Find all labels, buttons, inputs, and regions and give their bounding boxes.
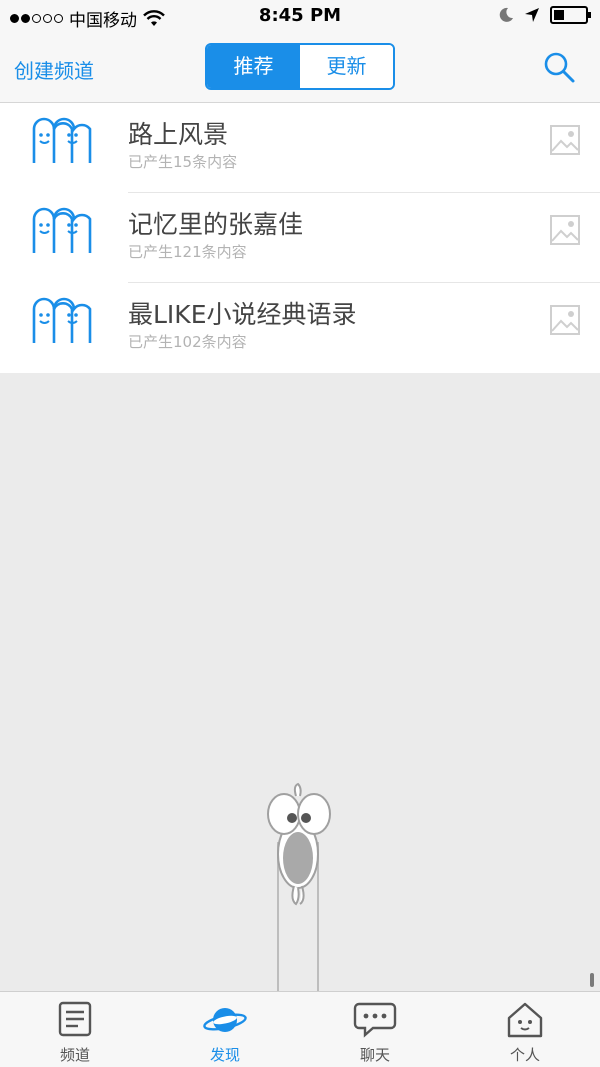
channel-subtitle: 已产生121条内容 [128,243,247,261]
channel-avatar-icon [32,207,92,253]
tab-label: 频道 [59,1046,90,1064]
battery-icon [550,6,591,24]
channel-subtitle: 已产生102条内容 [128,333,247,351]
list-item[interactable]: 最LIKE小说经典语录 已产生102条内容 [0,283,600,373]
segment-recommended[interactable]: 推荐 [207,45,300,88]
list-item[interactable]: 记忆里的张嘉佳 已产生121条内容 [0,193,600,283]
search-icon[interactable] [542,50,578,86]
channel-avatar-icon [32,117,92,163]
tab-label: 个人 [509,1046,540,1064]
segmented-control: 推荐 更新 [205,43,395,90]
image-placeholder-icon [550,125,580,155]
tab-chat[interactable]: 聊天 [300,992,450,1067]
location-arrow-icon [525,8,539,22]
tab-channels[interactable]: 频道 [0,992,150,1067]
image-placeholder-icon [550,305,580,335]
tab-label: 发现 [209,1046,240,1064]
segment-updates[interactable]: 更新 [300,45,393,88]
tab-discover[interactable]: 发现 [150,992,300,1067]
home-face-icon [507,1002,543,1038]
list-item[interactable]: 路上风景 已产生15条内容 [0,103,600,193]
status-bar: 中国移动 8:45 PM [0,0,600,32]
channel-title: 记忆里的张嘉佳 [128,210,304,239]
tab-label: 聊天 [359,1046,390,1064]
mascot-bird-icon [267,782,331,992]
create-channel-button[interactable]: 创建频道 [14,55,94,84]
planet-icon [203,1008,247,1032]
navigation-bar: 创建频道 推荐 更新 [0,32,600,103]
document-icon [58,1001,92,1037]
moon-icon [499,7,513,22]
tab-bar: 频道 发现 聊天 个人 [0,991,600,1067]
channel-title: 路上风景 [128,120,229,149]
scroll-indicator [590,973,594,987]
image-placeholder-icon [550,215,580,245]
channel-subtitle: 已产生15条内容 [128,153,238,171]
channel-list: 路上风景 已产生15条内容 记忆里的张嘉佳 已产生121条内容 最LIKE小说经… [0,103,600,373]
status-right [498,6,591,24]
channel-avatar-icon [32,297,92,343]
chat-bubble-icon [353,1002,397,1038]
channel-title: 最LIKE小说经典语录 [128,300,357,329]
tab-profile[interactable]: 个人 [450,992,600,1067]
